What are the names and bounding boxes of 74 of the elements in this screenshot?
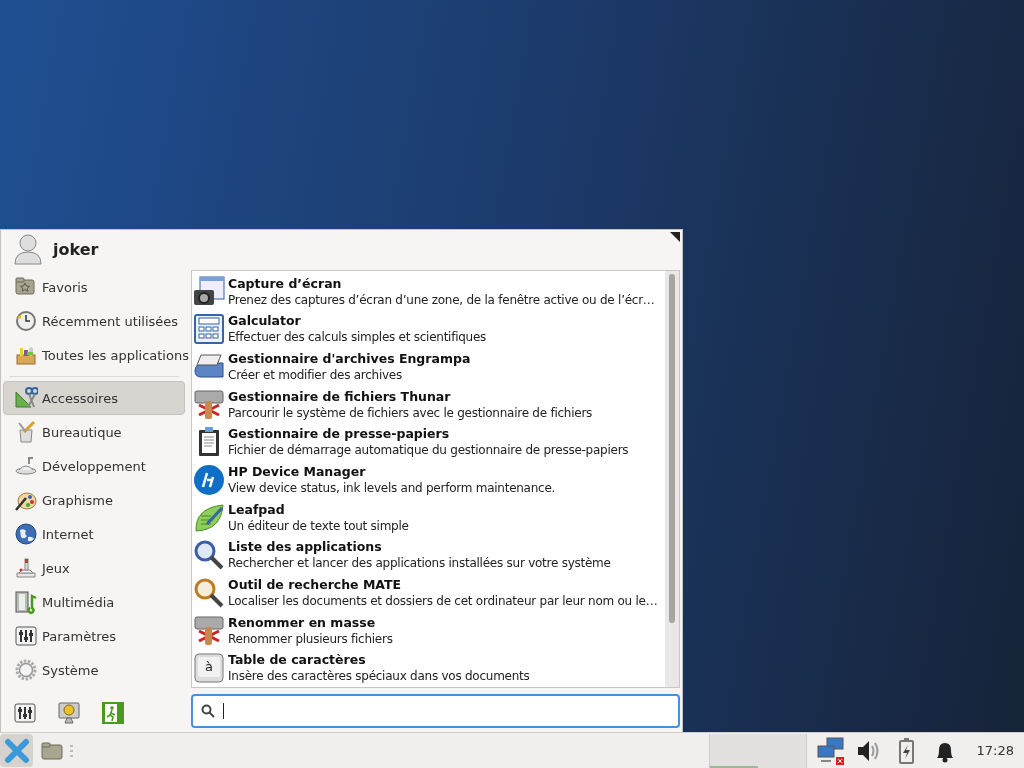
application-item[interactable]: HP Device Manager View device status, ink levels and perform maintenance. [192, 461, 665, 499]
joystick-icon [14, 556, 38, 580]
application-description: Effectuer des calculs simples et scientifiques [228, 329, 487, 346]
cabinet-ribbon-icon [193, 614, 225, 647]
ruler-scissors-icon [14, 386, 38, 410]
camera-window-icon [193, 275, 225, 308]
application-description: Localiser les documents et dossiers de cet ordinateur par leur nom ou le… [228, 592, 658, 609]
application-name: Capture d’écran [228, 275, 343, 292]
panel-handle-icon[interactable] [70, 744, 73, 757]
application-description: Prenez des captures d’écran d’une zone, de la fenêtre active ou de l’écr… [228, 291, 655, 308]
application-name: Leafpad [228, 501, 286, 518]
application-item[interactable]: Galculator Effectuer des calculs simples et scientifiques [192, 310, 665, 349]
application-name: Gestionnaire de presse-papiers [228, 426, 451, 443]
application-name: Gestionnaire d'archives Engrampa [228, 351, 471, 368]
category-item[interactable]: Accessoires [3, 381, 185, 415]
workspace-switcher[interactable] [708, 733, 807, 768]
leaf-pencil-icon [193, 501, 225, 534]
application-description: Fichier de démarrage automatique du gestionnaire de presse-papiers [228, 442, 629, 459]
scrollbar[interactable] [665, 271, 679, 687]
magnifier-icon [193, 576, 225, 609]
category-item[interactable]: Système [3, 653, 185, 687]
application-name: HP Device Manager [228, 464, 367, 480]
network-computers-icon[interactable] [816, 736, 845, 765]
sliders-icon [14, 624, 38, 648]
category-item[interactable]: Développement [3, 449, 185, 483]
application-description: Renommer plusieurs fichiers [228, 630, 393, 647]
lock-screen-icon[interactable] [57, 701, 81, 725]
user-name: joker [53, 239, 99, 259]
application-item[interactable]: Liste des applications Rechercher et lancer des applications installées sur votre système [192, 536, 665, 575]
application-description: Créer et modifier des archives [228, 367, 403, 384]
application-name: Galculator [228, 313, 302, 330]
application-name: Renommer en masse [228, 614, 377, 631]
application-description: Parcourir le système de fichiers avec le gestionnaire de fichiers [228, 404, 593, 421]
application-description: Un éditeur de texte tout simple [228, 517, 409, 534]
application-item[interactable]: Gestionnaire d'archives Engrampa Créer et modifier des archives [192, 348, 665, 386]
application-item[interactable]: Gestionnaire de presse-papiers Fichier de démarrage automatique du gestionnaire de presse-papiers [192, 423, 665, 462]
cross-logo-icon [3, 737, 30, 764]
application-name: Liste des applications [228, 539, 383, 556]
application-description: View device status, ink levels and perform maintenance. [228, 480, 556, 496]
category-item[interactable]: Jeux [3, 551, 185, 585]
application-description: Rechercher et lancer des applications installées sur votre système [228, 555, 611, 572]
settings-icon[interactable] [13, 701, 37, 725]
start-button[interactable] [0, 734, 33, 767]
application-name: Gestionnaire de fichiers Thunar [228, 388, 452, 405]
film-music-icon [14, 590, 38, 614]
category-item[interactable]: Paramètres [3, 619, 185, 653]
application-description: Insère des caractères spéciaux dans vos documents [228, 668, 530, 685]
magnifier-icon [193, 539, 225, 572]
application-item[interactable]: Outil de recherche MATE Localiser les documents et dossiers de cet ordinateur par leur nom ou le… [192, 574, 665, 612]
application-item[interactable]: Gestionnaire de fichiers Thunar Parcourir le système de fichiers avec le gestionnaire de fichiers [192, 385, 665, 424]
cabinet-ribbon-icon [193, 388, 225, 421]
application-item[interactable]: à Table de caractères Insère des caractères spéciaux dans vos documents [192, 649, 665, 688]
search-field[interactable] [191, 694, 680, 728]
application-name: Outil de recherche MATE [228, 576, 403, 593]
category-item[interactable]: Multimédia [3, 585, 185, 619]
clock: 17:28 [976, 743, 1014, 758]
search-icon [201, 704, 215, 718]
application-item[interactable]: Leafpad Un éditeur de texte tout simple [192, 498, 665, 537]
exit-icon[interactable] [101, 701, 125, 725]
application-item[interactable]: Renommer en masse Renommer plusieurs fichiers [192, 611, 665, 650]
character-key-icon: à [193, 652, 225, 685]
user-avatar-icon [13, 233, 43, 265]
category-item[interactable]: Internet [3, 517, 185, 551]
gear-icon [14, 658, 38, 682]
resize-corner-icon[interactable] [670, 232, 680, 242]
application-item[interactable]: Capture d’écran Prenez des captures d’écran d’une zone, de la fenêtre active ou de l’écr… [192, 273, 665, 311]
clock-icon [14, 309, 38, 333]
globe-icon [14, 522, 38, 546]
application-name: Table de caractères [228, 652, 367, 669]
category-item[interactable]: Graphisme [3, 483, 185, 517]
category-item[interactable]: Favoris [3, 270, 185, 304]
category-item[interactable]: Bureautique [3, 415, 185, 449]
category-item[interactable]: Récemment utilisées [3, 304, 185, 338]
hard-hat-icon [14, 454, 38, 478]
